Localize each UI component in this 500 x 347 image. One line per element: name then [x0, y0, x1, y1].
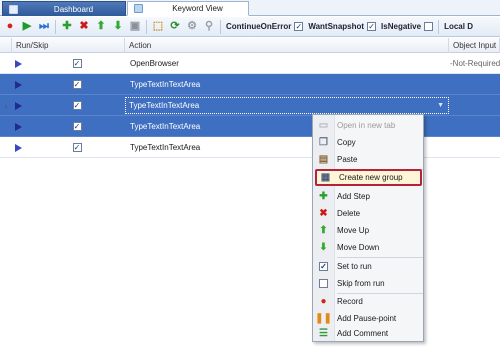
menu-item-paste[interactable]: ▤ Paste [313, 151, 425, 168]
is-negative-option[interactable]: IsNegative [381, 22, 434, 31]
toolbar-separator [438, 19, 440, 34]
grid-header: Run/Skip Action Object Input [0, 38, 500, 53]
copy-icon: ❐ [319, 136, 328, 148]
delete-icon[interactable]: ✖ [78, 21, 90, 33]
tab-bar: Dashboard Keyword View [0, 0, 500, 16]
pause-icon: ❚❚ [315, 312, 332, 324]
continue-on-error-checkbox[interactable]: ✓ [294, 22, 304, 31]
run-checkbox-cell[interactable]: ✓ [70, 74, 84, 95]
action-editor-value: TypeTextInTextArea [129, 101, 200, 110]
run-from-step-icon[interactable]: ⏭ [38, 21, 50, 33]
want-snapshot-checkbox[interactable]: ✓ [367, 22, 377, 31]
move-down-icon[interactable]: ⬇ [112, 21, 124, 33]
run-checkbox[interactable]: ✓ [72, 122, 82, 131]
menu-item-set-to-run[interactable]: ✓ Set to run [313, 258, 425, 275]
toolbar: ● ▶ ⏭ ✚ ✖ ⬆ ⬇ ▣ ⬚ ⟳ ⚙ ⚲ ContinueOnError … [0, 17, 500, 37]
menu-item-create-new-group[interactable]: ▦ Create new group [315, 169, 422, 186]
tab-keyword-view[interactable]: Keyword View [127, 1, 249, 16]
step-play-icon[interactable] [12, 137, 24, 158]
chevron-down-icon[interactable]: ▼ [437, 102, 444, 109]
keyword-view-icon [134, 4, 143, 13]
paste-icon: ▤ [318, 153, 329, 165]
add-step-icon[interactable]: ✚ [61, 21, 73, 33]
context-menu: ▭ Open in new tab ❐ Copy ▤ Paste ▦ Creat… [312, 114, 424, 342]
add-icon: ✚ [319, 190, 328, 202]
menu-item-move-down[interactable]: ⬇ Move Down [313, 239, 425, 256]
run-checkbox[interactable]: ✓ [72, 80, 82, 89]
delete-icon: ✖ [319, 207, 328, 219]
run-checkbox-cell[interactable]: ✓ [70, 95, 84, 116]
table-row[interactable]: ✓ TypeTextInTextArea [0, 137, 500, 158]
action-cell[interactable]: OpenBrowser [128, 53, 448, 74]
step-play-icon[interactable] [12, 95, 24, 116]
menu-item-copy[interactable]: ❐ Copy [313, 134, 425, 151]
toolbar-separator [146, 19, 147, 34]
lock-icon[interactable]: ⬚ [152, 21, 164, 33]
tab-dashboard[interactable]: Dashboard [2, 1, 126, 16]
header-object-input[interactable]: Object Input [449, 38, 500, 53]
dashboard-icon [9, 4, 18, 14]
continue-on-error-option[interactable]: ContinueOnError ✓ [226, 22, 304, 31]
menu-item-move-up[interactable]: ⬆ Move Up [313, 222, 425, 239]
menu-item-record[interactable]: ● Record [313, 293, 425, 310]
table-row[interactable]: ✓ TypeTextInTextArea [0, 116, 500, 137]
tab-dashboard-label: Dashboard [53, 4, 94, 14]
toolbar-separator [220, 19, 221, 34]
table-row[interactable]: ✓ OpenBrowser -Not-Required- [0, 53, 500, 74]
continue-on-error-label: ContinueOnError [226, 22, 292, 31]
step-play-icon[interactable] [12, 53, 24, 74]
menu-item-delete[interactable]: ✖ Delete [313, 205, 425, 222]
keyword-grid: Run/Skip Action Object Input ✓ OpenBrows… [0, 38, 500, 347]
want-snapshot-label: WantSnapshot [308, 22, 365, 31]
run-checkbox-cell[interactable]: ✓ [70, 53, 84, 74]
local-data-label[interactable]: Local D [444, 22, 473, 31]
move-up-icon: ⬆ [319, 224, 328, 236]
action-editor[interactable]: TypeTextInTextArea ▼ [125, 97, 449, 114]
move-up-icon[interactable]: ⬆ [95, 21, 107, 33]
comment-icon: ☰ [319, 327, 328, 339]
header-action[interactable]: Action [125, 38, 449, 53]
tools-icon[interactable]: ⚙ [186, 21, 198, 33]
menu-item-add-step[interactable]: ✚ Add Step [313, 188, 425, 205]
step-play-icon[interactable] [12, 74, 24, 95]
refresh-icon[interactable]: ⟳ [169, 21, 181, 33]
menu-item-add-comment[interactable]: ☰ Add Comment [313, 325, 425, 342]
run-checkbox-cell[interactable]: ✓ [70, 116, 84, 137]
table-row[interactable]: ✓ TypeTextInTextArea [0, 74, 500, 95]
want-snapshot-option[interactable]: WantSnapshot ✓ [308, 22, 377, 31]
header-run-skip[interactable]: Run/Skip [12, 38, 125, 53]
header-indicator [0, 38, 12, 53]
open-tab-icon: ▭ [318, 119, 329, 131]
is-negative-label: IsNegative [381, 22, 422, 31]
menu-item-skip-from-run[interactable]: Skip from run [313, 275, 425, 292]
group-icon: ▦ [320, 171, 331, 183]
search-icon[interactable]: ⚲ [203, 21, 215, 33]
table-row[interactable]: › ✓ TypeTextInTextArea ▼ [0, 95, 500, 116]
is-negative-checkbox[interactable] [424, 22, 434, 31]
run-checkbox[interactable]: ✓ [72, 143, 82, 152]
run-icon[interactable]: ▶ [21, 21, 33, 33]
move-down-icon: ⬇ [319, 241, 328, 253]
record-icon[interactable]: ● [4, 21, 16, 33]
checkbox-empty-icon [318, 278, 329, 289]
record-icon: ● [320, 295, 327, 307]
current-row-indicator-icon: › [4, 100, 8, 111]
object-input-cell[interactable]: -Not-Required- [450, 53, 500, 74]
action-cell[interactable]: TypeTextInTextArea [128, 74, 448, 95]
tab-keyword-view-label: Keyword View [172, 4, 223, 13]
run-checkbox[interactable]: ✓ [72, 101, 82, 110]
run-checkbox-cell[interactable]: ✓ [70, 137, 84, 158]
checkbox-checked-icon: ✓ [319, 261, 328, 271]
save-icon[interactable]: ▣ [129, 21, 141, 33]
toolbar-separator [55, 19, 56, 34]
step-play-icon[interactable] [12, 116, 24, 137]
run-checkbox[interactable]: ✓ [72, 59, 82, 68]
menu-item-open-in-new-tab[interactable]: ▭ Open in new tab [313, 117, 425, 134]
